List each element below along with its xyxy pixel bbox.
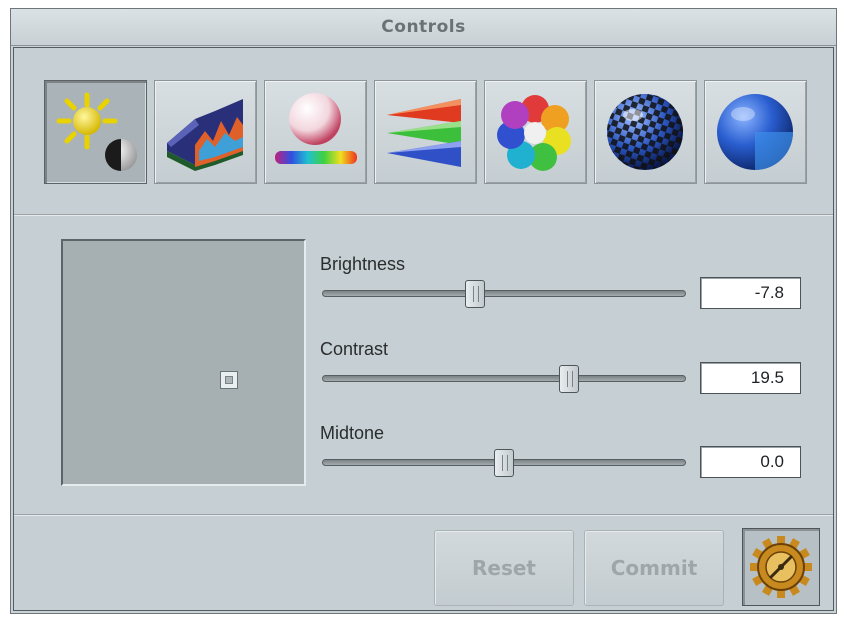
xy-control-pad[interactable] [61,239,306,486]
bottom-divider [14,514,833,516]
contrast-label: Contrast [320,339,389,359]
rgb-channels-icon [387,99,461,167]
midtone-label: Midtone [320,423,385,443]
contrast-value-field[interactable]: 19.5 [700,362,801,394]
color-wheel-icon [497,95,571,171]
brightness-value-field[interactable]: -7.8 [700,277,801,309]
tool-brightness-button[interactable] [44,80,147,184]
tool-color-wheel-button[interactable] [484,80,587,184]
brightness-slider-thumb[interactable] [465,280,486,308]
brightness-slider[interactable] [322,280,686,308]
brightness-sun-icon [56,92,137,171]
tool-checker-sphere-button[interactable] [594,80,697,184]
contrast-slider-thumb[interactable] [559,365,580,393]
controls-window: Controls Brightness -7.8 Contrast 19.5 M… [10,8,837,614]
commit-button[interactable]: Commit [584,530,724,606]
settings-gear-button[interactable] [742,528,820,606]
reset-button[interactable]: Reset [434,530,574,606]
color-sphere-icon [275,93,357,164]
tool-histogram-button[interactable] [154,80,257,184]
pad-handle[interactable] [220,371,238,389]
tool-texture-sphere-button[interactable] [704,80,807,184]
textured-sphere-icon [717,94,793,170]
checker-sphere-icon [607,94,683,170]
contrast-slider[interactable] [322,365,686,393]
gear-compass-icon [750,536,812,598]
midtone-slider-thumb[interactable] [494,449,514,477]
midtone-value-field[interactable]: 0.0 [700,446,801,478]
toolbar-divider [14,214,833,216]
window-title[interactable]: Controls [11,9,836,46]
tool-color-sphere-button[interactable] [264,80,367,184]
histogram-curve-icon [167,99,243,171]
brightness-label: Brightness [320,254,406,274]
controls-panel: Brightness -7.8 Contrast 19.5 Midtone 0.… [13,47,834,611]
tool-channels-button[interactable] [374,80,477,184]
midtone-slider[interactable] [322,449,686,477]
